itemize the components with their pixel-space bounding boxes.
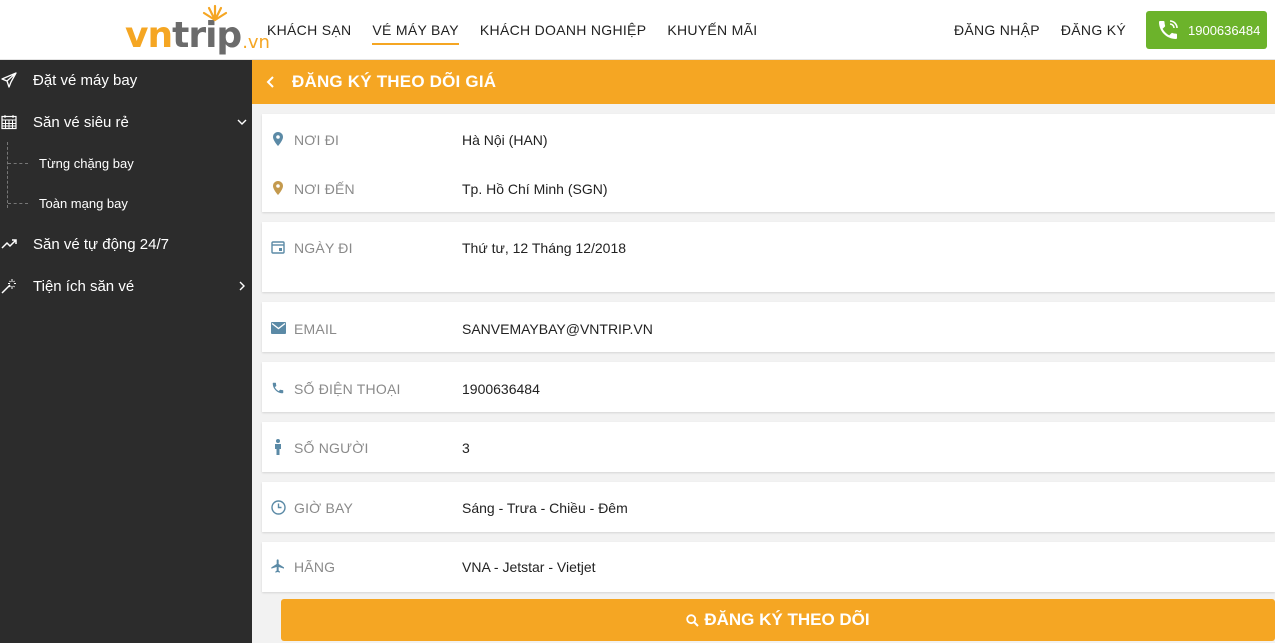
phone-field[interactable]: SỐ ĐIỆN THOẠI 1900636484 bbox=[262, 373, 1275, 403]
chevron-right-icon[interactable] bbox=[236, 280, 248, 292]
person-icon bbox=[270, 439, 286, 455]
passengers-card: SỐ NGƯỜI 3 bbox=[262, 422, 1275, 472]
auth-links: ĐĂNG NHẬP ĐĂNG KÝ bbox=[954, 0, 1126, 60]
phone-card: SỐ ĐIỆN THOẠI 1900636484 bbox=[262, 362, 1275, 412]
phone-icon bbox=[1159, 20, 1178, 39]
sidebar-subitem-label: Từng chặng bay bbox=[39, 155, 134, 171]
departure-date-value: Thứ tư, 12 Tháng 12/2018 bbox=[462, 240, 627, 256]
mail-icon bbox=[270, 320, 286, 336]
location-pin-icon bbox=[270, 131, 286, 147]
destination-field[interactable]: NƠI ĐẾN Tp. Hồ Chí Minh (SGN) bbox=[262, 173, 1275, 203]
logo-text-vn: vn bbox=[125, 15, 173, 56]
sidebar-item-label: Săn vé tự động 24/7 bbox=[33, 235, 169, 253]
sidebar: Đặt vé máy bay Săn vé siêu rẻ Từng chặng… bbox=[0, 60, 252, 643]
destination-value: Tp. Hồ Chí Minh (SGN) bbox=[462, 181, 608, 197]
flight-time-value: Sáng - Trưa - Chiều - Đêm bbox=[462, 500, 628, 516]
nav-hotels[interactable]: KHÁCH SẠN bbox=[267, 0, 351, 60]
nav-flights[interactable]: VÉ MÁY BAY bbox=[372, 0, 459, 60]
paper-plane-icon bbox=[0, 71, 18, 89]
passengers-field[interactable]: SỐ NGƯỜI 3 bbox=[262, 432, 1275, 462]
email-card: EMAIL SANVEMAYBAY@VNTRIP.VN bbox=[262, 302, 1275, 352]
airline-label: HÃNG bbox=[294, 559, 336, 575]
top-header: vn trip .vn KHÁCH SẠN VÉ MÁY BAY KHÁCH DOA… bbox=[0, 0, 1275, 60]
email-label: EMAIL bbox=[294, 321, 338, 337]
origin-field[interactable]: NƠI ĐI Hà Nội (HAN) bbox=[262, 124, 1275, 154]
flight-time-label: GIỜ BAY bbox=[294, 500, 354, 516]
clock-icon bbox=[270, 499, 286, 515]
phone-icon bbox=[270, 380, 286, 396]
hotline-button[interactable]: 1900636484 bbox=[1146, 11, 1267, 49]
search-icon bbox=[686, 613, 700, 627]
flight-time-field[interactable]: GIỜ BAY Sáng - Trưa - Chiều - Đêm bbox=[262, 492, 1275, 522]
calendar-grid-icon bbox=[0, 113, 18, 131]
airline-card: HÃNG VNA - Jetstar - Vietjet bbox=[262, 542, 1275, 592]
airline-value: VNA - Jetstar - Vietjet bbox=[462, 559, 596, 575]
chevron-down-icon[interactable] bbox=[236, 116, 248, 128]
calendar-icon bbox=[270, 239, 286, 255]
sidebar-item-label: Săn vé siêu rẻ bbox=[33, 113, 129, 131]
subscribe-button-label: ĐĂNG KÝ THEO DÕI bbox=[704, 610, 870, 629]
logo-sun-icon bbox=[202, 4, 228, 22]
main-nav: KHÁCH SẠN VÉ MÁY BAY KHÁCH DOANH NGHIỆP … bbox=[267, 0, 757, 60]
email-value: SANVEMAYBAY@VNTRIP.VN bbox=[462, 321, 653, 337]
sidebar-item-label: Tiện ích săn vé bbox=[33, 277, 135, 295]
sidebar-item-cheap-tickets[interactable]: Săn vé siêu rẻ bbox=[0, 107, 252, 137]
vntrip-logo[interactable]: vn trip .vn bbox=[125, 4, 270, 56]
flight-time-card: GIỜ BAY Sáng - Trưa - Chiều - Đêm bbox=[262, 482, 1275, 532]
departure-date-field[interactable]: NGÀY ĐI Thứ tư, 12 Tháng 12/2018 bbox=[262, 232, 1275, 262]
sidebar-item-label: Đặt vé máy bay bbox=[33, 71, 138, 89]
chevron-left-icon[interactable] bbox=[264, 74, 278, 90]
page-header: ĐĂNG KÝ THEO DÕI GIÁ bbox=[252, 60, 1275, 104]
subscribe-button[interactable]: ĐĂNG KÝ THEO DÕI bbox=[281, 599, 1275, 641]
destination-label: NƠI ĐẾN bbox=[294, 181, 355, 197]
sidebar-subitem-per-leg[interactable]: Từng chặng bay bbox=[0, 150, 252, 176]
hotline-number: 1900636484 bbox=[1188, 22, 1261, 38]
logo-text-trip: trip bbox=[172, 15, 242, 56]
nav-business[interactable]: KHÁCH DOANH NGHIỆP bbox=[480, 0, 646, 60]
nav-promotions[interactable]: KHUYẾN MÃI bbox=[667, 0, 757, 60]
date-card: NGÀY ĐI Thứ tư, 12 Tháng 12/2018 bbox=[262, 222, 1275, 292]
sidebar-item-utilities[interactable]: Tiện ích săn vé bbox=[0, 271, 252, 301]
trending-up-icon bbox=[0, 235, 18, 253]
airplane-icon bbox=[270, 558, 286, 574]
sidebar-item-book-flight[interactable]: Đặt vé máy bay bbox=[0, 65, 252, 95]
login-link[interactable]: ĐĂNG NHẬP bbox=[954, 0, 1040, 60]
logo-text-domain: .vn bbox=[242, 32, 270, 53]
location-pin-icon bbox=[270, 180, 286, 196]
register-link[interactable]: ĐĂNG KÝ bbox=[1061, 0, 1126, 60]
sidebar-subitem-label: Toàn mạng bay bbox=[39, 195, 128, 211]
sidebar-item-auto-hunt[interactable]: Săn vé tự động 24/7 bbox=[0, 229, 252, 259]
page-title: ĐĂNG KÝ THEO DÕI GIÁ bbox=[292, 72, 497, 91]
origin-label: NƠI ĐI bbox=[294, 132, 340, 148]
passengers-value: 3 bbox=[462, 440, 470, 456]
phone-label: SỐ ĐIỆN THOẠI bbox=[294, 381, 401, 397]
airline-field[interactable]: HÃNG VNA - Jetstar - Vietjet bbox=[262, 551, 1275, 581]
magic-wand-icon bbox=[0, 277, 18, 295]
phone-value: 1900636484 bbox=[462, 381, 540, 397]
main-content: ĐĂNG KÝ THEO DÕI GIÁ NƠI ĐI Hà Nội (HAN)… bbox=[252, 60, 1275, 643]
origin-value: Hà Nội (HAN) bbox=[462, 132, 548, 148]
email-field[interactable]: EMAIL SANVEMAYBAY@VNTRIP.VN bbox=[262, 313, 1275, 343]
departure-date-label: NGÀY ĐI bbox=[294, 240, 353, 256]
sidebar-subitem-all-network[interactable]: Toàn mạng bay bbox=[0, 190, 252, 216]
route-card: NƠI ĐI Hà Nội (HAN) NƠI ĐẾN Tp. Hồ Chí M… bbox=[262, 114, 1275, 212]
passengers-label: SỐ NGƯỜI bbox=[294, 440, 369, 456]
